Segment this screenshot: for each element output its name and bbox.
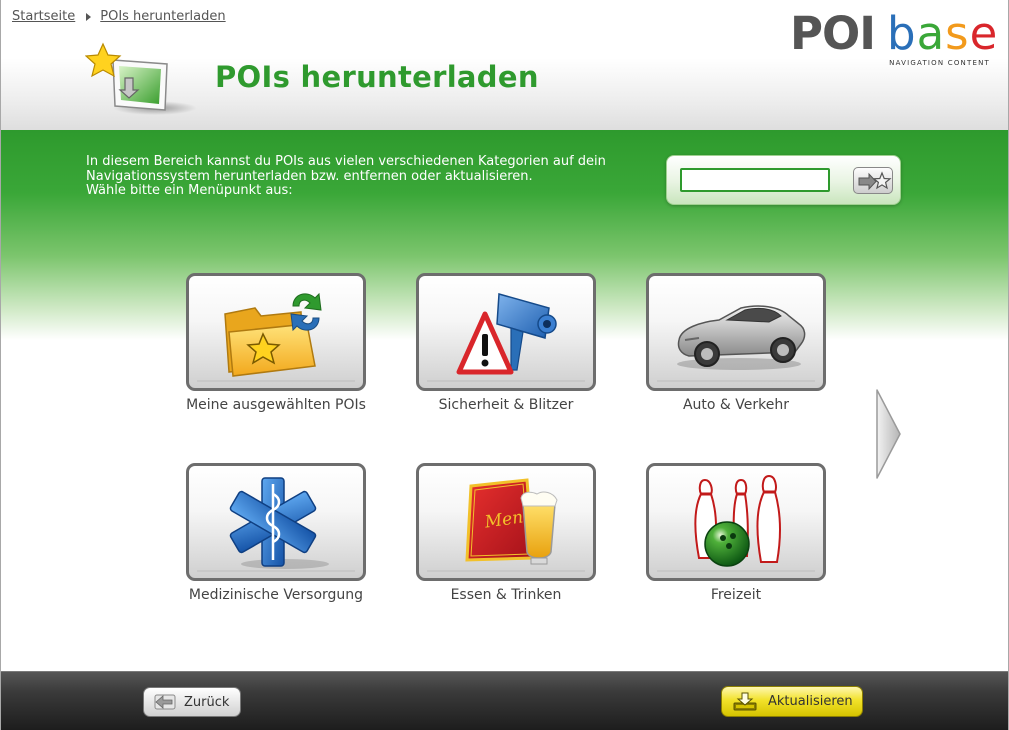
back-button-label: Zurück	[184, 694, 230, 710]
intro-line-2: Navigationssystem herunterladen bzw. ent…	[86, 168, 533, 184]
intro-line-1: In diesem Bereich kannst du POIs aus vie…	[86, 154, 606, 169]
category-label: Freizeit	[710, 587, 762, 603]
back-button[interactable]: Zurück	[143, 687, 241, 717]
logo-letter-e: e	[969, 7, 999, 60]
category-label: Auto & Verkehr	[682, 397, 790, 413]
category-button[interactable]	[186, 463, 366, 581]
download-tray-icon	[733, 692, 757, 710]
breadcrumb-home-link[interactable]: Startseite	[12, 9, 75, 24]
arrow-left-icon	[154, 694, 176, 710]
logo-poi-text: POI	[790, 7, 876, 60]
menu-beer-icon: Menu	[465, 478, 558, 565]
category-leisure[interactable]: Freizeit	[631, 463, 831, 613]
logo-base-text: base	[887, 10, 998, 58]
intro-line-3: Wähle bitte ein Menüpunkt aus:	[86, 183, 293, 198]
intro-text: In diesem Bereich kannst du POIs aus vie…	[86, 154, 626, 199]
category-label: Medizinische Versorgung	[188, 587, 364, 603]
category-safety-speedcams[interactable]: Sicherheit & Blitzer	[401, 273, 601, 423]
category-medical[interactable]: Medizinische Versorgung	[171, 463, 371, 613]
next-page-arrow-icon[interactable]	[876, 388, 902, 480]
search-button[interactable]	[853, 167, 893, 194]
breadcrumb-current-link[interactable]: POIs herunterladen	[100, 9, 225, 24]
speed-camera-warning-icon	[456, 293, 557, 375]
breadcrumb-separator-icon	[86, 12, 92, 21]
logo-tagline: NAVIGATION CONTENT	[889, 59, 990, 67]
category-button[interactable]	[646, 273, 826, 391]
star-download-monitor-icon	[85, 42, 197, 115]
arrow-star-icon	[858, 171, 892, 191]
poibase-logo: POI base NAVIGATION CONTENT	[790, 7, 997, 70]
category-button[interactable]: Menu	[416, 463, 596, 581]
category-button[interactable]	[416, 273, 596, 391]
category-food-drink[interactable]: Menu Essen & Trinken	[401, 463, 601, 613]
search-input[interactable]	[680, 168, 830, 192]
search-panel	[666, 155, 901, 205]
update-button-label: Aktualisieren	[768, 694, 853, 709]
folder-star-sync-icon	[224, 292, 322, 377]
logo-letter-a: a	[916, 7, 946, 60]
logo-letter-b: b	[887, 7, 917, 60]
category-label: Meine ausgewählten POIs	[186, 397, 366, 413]
category-my-pois[interactable]: Meine ausgewählten POIs	[171, 273, 371, 423]
category-label: Essen & Trinken	[450, 587, 562, 603]
category-button[interactable]	[646, 463, 826, 581]
car-icon	[677, 305, 806, 370]
footer-bar: Zurück Aktualisieren	[1, 671, 1008, 730]
header: Startseite POIs herunterladen POIs herun…	[1, 0, 1008, 130]
star-of-life-icon	[229, 477, 329, 569]
page-title: POIs herunterladen	[215, 60, 539, 94]
category-car-traffic[interactable]: Auto & Verkehr	[631, 273, 831, 423]
app-window: Startseite POIs herunterladen POIs herun…	[0, 0, 1009, 730]
bowling-icon	[694, 474, 782, 567]
logo-letter-s: s	[945, 7, 970, 60]
category-button[interactable]	[186, 273, 366, 391]
category-label: Sicherheit & Blitzer	[438, 397, 574, 413]
update-button[interactable]: Aktualisieren	[721, 686, 863, 717]
breadcrumb: Startseite POIs herunterladen	[12, 9, 226, 24]
